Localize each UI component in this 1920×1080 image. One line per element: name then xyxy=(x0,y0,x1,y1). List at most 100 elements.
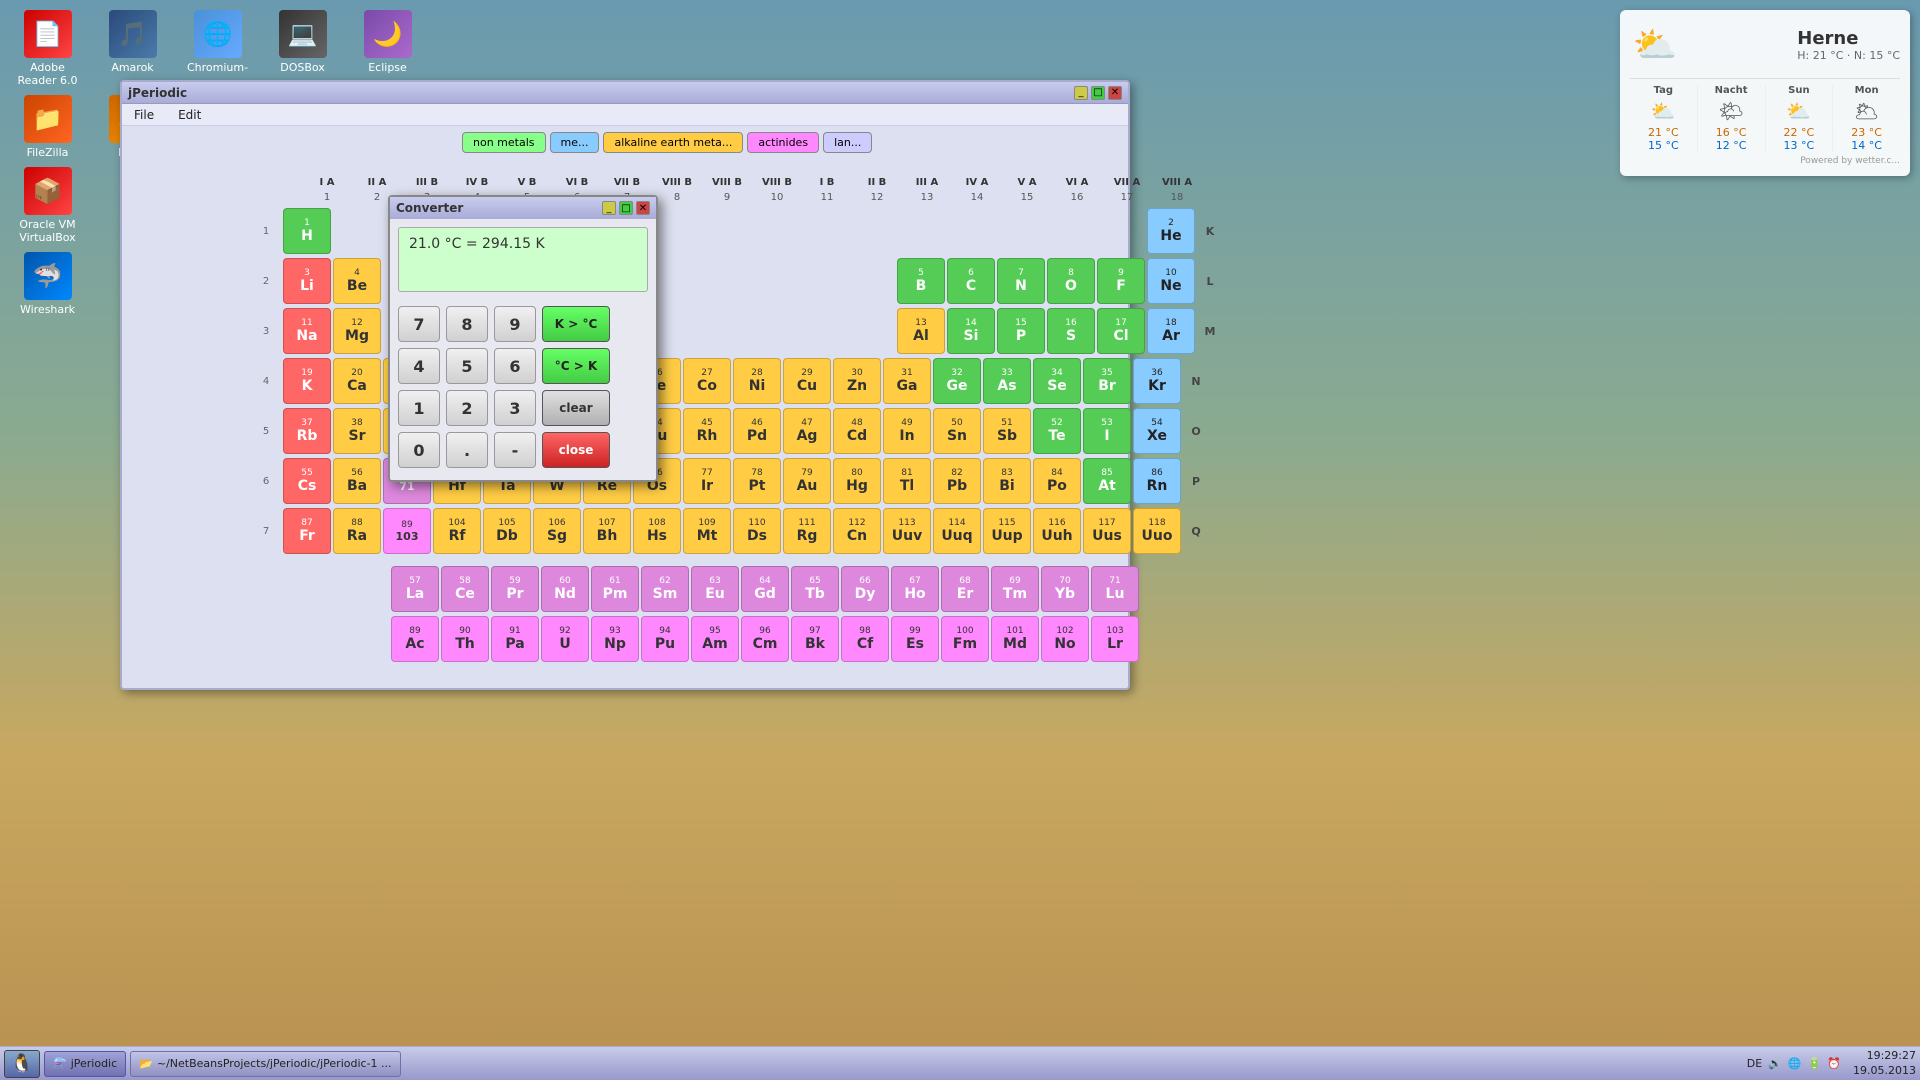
element-Rf[interactable]: 104Rf xyxy=(433,508,481,554)
btn-minus[interactable]: - xyxy=(494,432,536,468)
element-Uut[interactable]: 113Uuv xyxy=(883,508,931,554)
tab-actinides[interactable]: actinides xyxy=(747,132,819,153)
element-Zn[interactable]: 30Zn xyxy=(833,358,881,404)
element-Yb[interactable]: 70Yb xyxy=(1041,566,1089,612)
element-Ag[interactable]: 47Ag xyxy=(783,408,831,454)
element-In[interactable]: 49In xyxy=(883,408,931,454)
element-Am[interactable]: 95Am xyxy=(691,616,739,662)
element-As[interactable]: 33As xyxy=(983,358,1031,404)
desktop-icon-oracle[interactable]: 📦 Oracle VMVirtualBox xyxy=(10,167,85,244)
sys-icon-network[interactable]: 🌐 xyxy=(1788,1057,1802,1070)
element-Ni[interactable]: 28Ni xyxy=(733,358,781,404)
element-Kr[interactable]: 36Kr xyxy=(1133,358,1181,404)
element-Pd[interactable]: 46Pd xyxy=(733,408,781,454)
close-button[interactable]: ✕ xyxy=(1108,86,1122,100)
element-Ra[interactable]: 88Ra xyxy=(333,508,381,554)
tab-lanthanides[interactable]: lan... xyxy=(823,132,872,153)
element-Ho[interactable]: 67Ho xyxy=(891,566,939,612)
element-Rg[interactable]: 111Rg xyxy=(783,508,831,554)
element-Dy[interactable]: 66Dy xyxy=(841,566,889,612)
maximize-button[interactable]: □ xyxy=(1091,86,1105,100)
element-Ca[interactable]: 20Ca xyxy=(333,358,381,404)
element-Se[interactable]: 34Se xyxy=(1033,358,1081,404)
btn-k-to-c[interactable]: K > °C xyxy=(542,306,610,342)
desktop-icon-chromium[interactable]: 🌐 Chromium- xyxy=(180,10,255,87)
element-Pa[interactable]: 91Pa xyxy=(491,616,539,662)
element-Si[interactable]: 14Si xyxy=(947,308,995,354)
btn-3[interactable]: 3 xyxy=(494,390,536,426)
element-Db[interactable]: 105Db xyxy=(483,508,531,554)
converter-close-ctrl[interactable]: ✕ xyxy=(636,201,650,215)
element-Ge[interactable]: 32Ge xyxy=(933,358,981,404)
minimize-button[interactable]: _ xyxy=(1074,86,1088,100)
sys-icon-audio[interactable]: 🔊 xyxy=(1768,1057,1782,1070)
taskbar-item-jperiodic[interactable]: ⚗️ jPeriodic xyxy=(44,1051,126,1077)
converter-minimize[interactable]: _ xyxy=(602,201,616,215)
element-Rh[interactable]: 45Rh xyxy=(683,408,731,454)
btn-1[interactable]: 1 xyxy=(398,390,440,426)
element-U[interactable]: 92U xyxy=(541,616,589,662)
tab-nonmetals[interactable]: non metals xyxy=(462,132,546,153)
element-Ir[interactable]: 77Ir xyxy=(683,458,731,504)
element-He[interactable]: 2He xyxy=(1147,208,1195,254)
element-Cn[interactable]: 112Cn xyxy=(833,508,881,554)
element-Tm[interactable]: 69Tm xyxy=(991,566,1039,612)
btn-7[interactable]: 7 xyxy=(398,306,440,342)
desktop-icon-dosbox[interactable]: 💻 DOSBox xyxy=(265,10,340,87)
element-Uuq[interactable]: 114Uuq xyxy=(933,508,981,554)
element-Md[interactable]: 101Md xyxy=(991,616,1039,662)
element-F[interactable]: 9F xyxy=(1097,258,1145,304)
element-No[interactable]: 102No xyxy=(1041,616,1089,662)
element-Cd[interactable]: 48Cd xyxy=(833,408,881,454)
element-H[interactable]: 1H xyxy=(283,208,331,254)
btn-2[interactable]: 2 xyxy=(446,390,488,426)
element-Al[interactable]: 13Al xyxy=(897,308,945,354)
element-Bk[interactable]: 97Bk xyxy=(791,616,839,662)
element-Cm[interactable]: 96Cm xyxy=(741,616,789,662)
btn-8[interactable]: 8 xyxy=(446,306,488,342)
desktop-icon-eclipse[interactable]: 🌙 Eclipse xyxy=(350,10,425,87)
menu-file[interactable]: File xyxy=(130,106,158,124)
converter-maximize[interactable]: □ xyxy=(619,201,633,215)
element-Na[interactable]: 11Na xyxy=(283,308,331,354)
element-Cf[interactable]: 98Cf xyxy=(841,616,889,662)
btn-0[interactable]: 0 xyxy=(398,432,440,468)
element-Pt[interactable]: 78Pt xyxy=(733,458,781,504)
taskbar-item-netbeans[interactable]: 📂 ~/NetBeansProjects/jPeriodic/jPeriodic… xyxy=(130,1051,400,1077)
element-Sm[interactable]: 62Sm xyxy=(641,566,689,612)
element-Pm[interactable]: 61Pm xyxy=(591,566,639,612)
element-La[interactable]: 57La xyxy=(391,566,439,612)
element-Ce[interactable]: 58Ce xyxy=(441,566,489,612)
btn-5[interactable]: 5 xyxy=(446,348,488,384)
element-Lr[interactable]: 103Lr xyxy=(1091,616,1139,662)
jperiodic-titlebar[interactable]: jPeriodic _ □ ✕ xyxy=(122,82,1128,104)
element-Uuo[interactable]: 118Uuo xyxy=(1133,508,1181,554)
element-N[interactable]: 7N xyxy=(997,258,1045,304)
element-Sr[interactable]: 38Sr xyxy=(333,408,381,454)
element-Uus[interactable]: 117Uus xyxy=(1083,508,1131,554)
element-Ac89-103[interactable]: 89103 xyxy=(383,508,431,554)
element-I[interactable]: 53I xyxy=(1083,408,1131,454)
desktop-icon-filezilla[interactable]: 📁 FileZilla xyxy=(10,95,85,159)
element-Au[interactable]: 79Au xyxy=(783,458,831,504)
element-At[interactable]: 85At xyxy=(1083,458,1131,504)
element-Co[interactable]: 27Co xyxy=(683,358,731,404)
element-Tl[interactable]: 81Tl xyxy=(883,458,931,504)
btn-c-to-k[interactable]: °C > K xyxy=(542,348,610,384)
element-Cu[interactable]: 29Cu xyxy=(783,358,831,404)
sys-icon-clock[interactable]: ⏰ xyxy=(1827,1057,1841,1070)
element-Cl[interactable]: 17Cl xyxy=(1097,308,1145,354)
element-Ne[interactable]: 10Ne xyxy=(1147,258,1195,304)
element-Li[interactable]: 3Li xyxy=(283,258,331,304)
element-Sg[interactable]: 106Sg xyxy=(533,508,581,554)
element-Xe[interactable]: 54Xe xyxy=(1133,408,1181,454)
element-Ar[interactable]: 18Ar xyxy=(1147,308,1195,354)
btn-9[interactable]: 9 xyxy=(494,306,536,342)
element-Fr[interactable]: 87Fr xyxy=(283,508,331,554)
element-Ds[interactable]: 110Ds xyxy=(733,508,781,554)
element-Nd[interactable]: 60Nd xyxy=(541,566,589,612)
element-Rb[interactable]: 37Rb xyxy=(283,408,331,454)
element-Po[interactable]: 84Po xyxy=(1033,458,1081,504)
element-Hs[interactable]: 108Hs xyxy=(633,508,681,554)
element-Ga[interactable]: 31Ga xyxy=(883,358,931,404)
